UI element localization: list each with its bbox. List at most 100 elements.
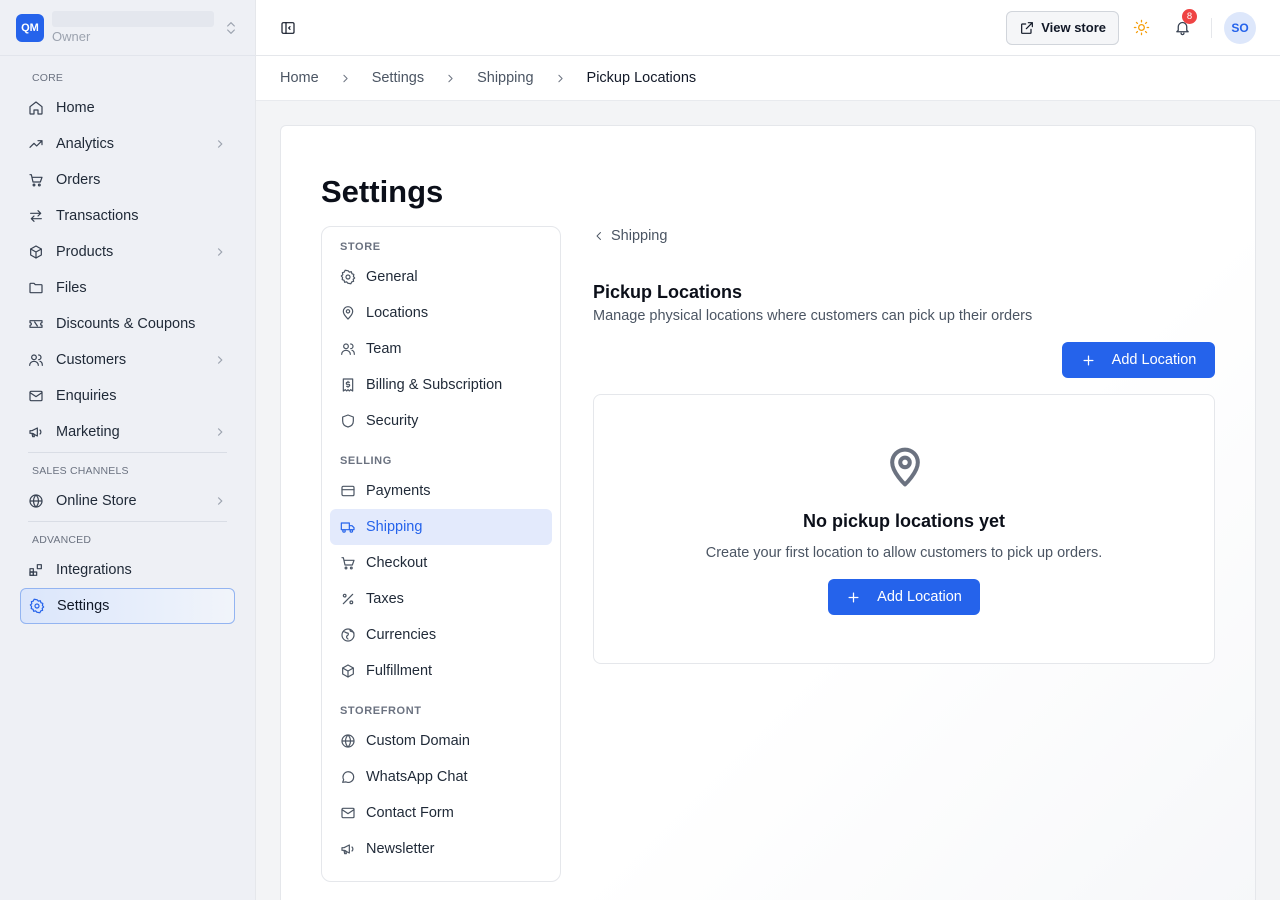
sidebar-item-label: Enquiries [56, 388, 117, 404]
users-icon [28, 352, 46, 368]
chat-bubble-icon [340, 769, 356, 785]
settings-item-label: Taxes [366, 591, 404, 607]
settings-item-custom-domain[interactable]: Custom Domain [330, 723, 552, 759]
plus-icon [846, 590, 861, 605]
back-link-label: Shipping [611, 228, 668, 244]
settings-item-label: Contact Form [366, 805, 454, 821]
sidebar-item-integrations[interactable]: Integrations [20, 552, 235, 588]
store-logo: QM [16, 13, 44, 42]
percent-icon [340, 591, 356, 607]
sidebar-item-home[interactable]: Home [20, 90, 235, 126]
sidebar-item-label: Customers [56, 352, 127, 368]
sidebar-item-products[interactable]: Products [20, 234, 235, 270]
nav-section-advanced: ADVANCED [32, 534, 92, 546]
plus-icon [1081, 353, 1096, 368]
users-icon [340, 341, 356, 357]
sidebar-item-settings[interactable]: Settings [20, 588, 235, 624]
settings-item-team[interactable]: Team [330, 331, 552, 367]
sidebar-item-label: Products [56, 244, 114, 260]
globe-icon [28, 493, 46, 509]
chevron-left-icon [593, 230, 605, 242]
sidebar-item-enquiries[interactable]: Enquiries [20, 378, 235, 414]
avatar[interactable]: SO [1224, 11, 1256, 44]
sidebar-item-label: Orders [56, 172, 101, 188]
mail-icon [340, 805, 356, 821]
settings-item-payments[interactable]: Payments [330, 473, 552, 509]
settings-item-billing[interactable]: Billing & Subscription [330, 367, 552, 403]
settings-item-taxes[interactable]: Taxes [330, 581, 552, 617]
map-pin-icon [340, 305, 356, 321]
breadcrumb-home[interactable]: Home [280, 70, 319, 86]
map-pin-icon [883, 443, 927, 491]
sidebar-item-online-store[interactable]: Online Store [20, 483, 235, 519]
sidebar-item-customers[interactable]: Customers [20, 342, 235, 378]
sidebar-item-discounts[interactable]: Discounts & Coupons [20, 306, 235, 342]
settings-item-label: Locations [366, 305, 429, 321]
sidebar-item-label: Settings [57, 598, 110, 614]
sidebar-toggle-icon[interactable] [280, 20, 298, 36]
sidebar-item-label: Online Store [56, 493, 137, 509]
bell-icon[interactable]: 8 [1174, 9, 1197, 36]
settings-item-general[interactable]: General [330, 259, 552, 295]
sidebar-item-transactions[interactable]: Transactions [20, 198, 235, 234]
settings-section-selling: SELLING [340, 455, 392, 467]
sun-icon[interactable] [1133, 19, 1150, 36]
store-switcher[interactable]: QM Owner [0, 0, 255, 56]
settings-section-storefront: STOREFRONT [340, 705, 422, 717]
empty-add-location-button[interactable]: Add Location [828, 579, 980, 615]
settings-item-checkout[interactable]: Checkout [330, 545, 552, 581]
settings-item-locations[interactable]: Locations [330, 295, 552, 331]
sidebar-item-orders[interactable]: Orders [20, 162, 235, 198]
settings-item-shipping[interactable]: Shipping [330, 509, 552, 545]
mail-icon [28, 388, 46, 404]
add-location-button[interactable]: Add Location [1062, 342, 1215, 378]
home-icon [28, 100, 46, 116]
main-nav: CORE Home Analytics Orders Transactions … [0, 56, 255, 624]
settings-item-label: Team [366, 341, 402, 357]
settings-item-currencies[interactable]: Currencies [330, 617, 552, 653]
sidebar-item-label: Integrations [56, 562, 132, 578]
settings-item-whatsapp[interactable]: WhatsApp Chat [330, 759, 552, 795]
view-store-button[interactable]: View store [1006, 10, 1119, 45]
settings-item-label: Checkout [366, 555, 428, 571]
settings-section-store: STORE [340, 241, 381, 253]
gear-icon [29, 598, 47, 614]
settings-item-security[interactable]: Security [330, 403, 552, 439]
chevron-right-icon [213, 494, 227, 508]
chevrons-up-down-icon[interactable] [223, 20, 239, 36]
settings-item-label: Payments [366, 483, 431, 499]
chevron-right-icon [213, 137, 227, 151]
section-title: Pickup Locations [593, 282, 743, 302]
nav-divider [28, 521, 227, 522]
sidebar-item-analytics[interactable]: Analytics [20, 126, 235, 162]
chevron-right-icon [213, 245, 227, 259]
settings-item-fulfillment[interactable]: Fulfillment [330, 653, 552, 689]
shield-icon [340, 413, 356, 429]
cart-icon [28, 172, 46, 188]
settings-item-contact-form[interactable]: Contact Form [330, 795, 552, 831]
sidebar-item-label: Discounts & Coupons [56, 316, 196, 332]
chevron-right-icon [213, 425, 227, 439]
breadcrumb: Home Settings Shipping Pickup Locations [256, 56, 1280, 101]
page-title: Settings [321, 174, 444, 209]
box-icon [340, 663, 356, 679]
settings-item-label: Security [366, 413, 419, 429]
sidebar-item-marketing[interactable]: Marketing [20, 414, 235, 450]
settings-item-label: Fulfillment [366, 663, 433, 679]
breadcrumb-settings[interactable]: Settings [372, 70, 424, 86]
back-to-shipping-link[interactable]: Shipping [593, 228, 667, 244]
breadcrumb-shipping[interactable]: Shipping [477, 70, 533, 86]
settings-item-newsletter[interactable]: Newsletter [330, 831, 552, 867]
topbar: View store 8 SO [256, 0, 1280, 56]
megaphone-icon [28, 424, 46, 440]
cart-icon [340, 555, 356, 571]
settings-item-label: Currencies [366, 627, 437, 643]
breadcrumb-current: Pickup Locations [586, 70, 697, 86]
empty-state-title: No pickup locations yet [802, 511, 1006, 531]
globe-icon [340, 733, 356, 749]
sidebar-item-files[interactable]: Files [20, 270, 235, 306]
empty-state: No pickup locations yet Create your firs… [593, 394, 1215, 664]
settings-item-label: Billing & Subscription [366, 377, 503, 393]
add-location-label: Add Location [877, 589, 962, 605]
store-role: Owner [52, 29, 91, 44]
